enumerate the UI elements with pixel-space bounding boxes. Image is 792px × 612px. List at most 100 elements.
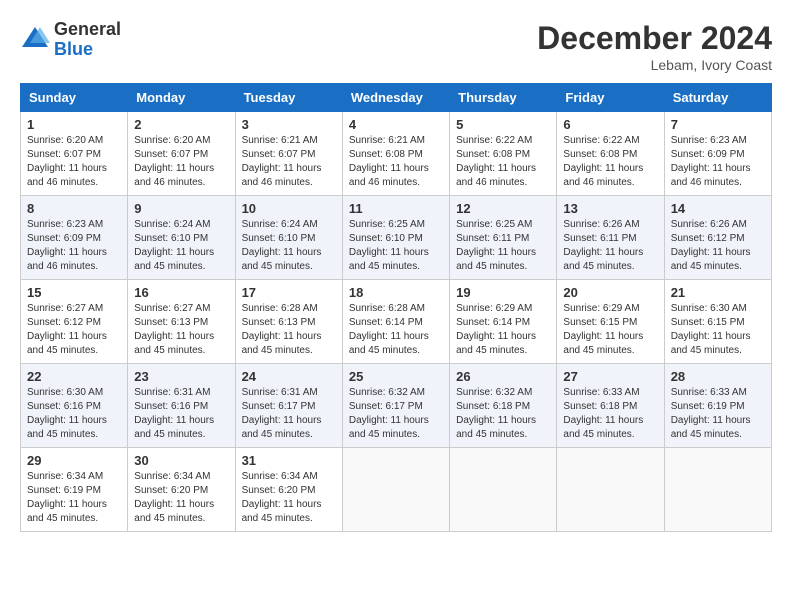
day-info: Sunrise: 6:21 AMSunset: 6:07 PMDaylight:… [242,134,336,190]
day-info: Sunrise: 6:24 AMSunset: 6:10 PMDaylight:… [134,218,228,274]
calendar-cell [664,448,771,532]
weekday-header-tuesday: Tuesday [235,84,342,112]
day-info: Sunrise: 6:28 AMSunset: 6:14 PMDaylight:… [349,302,443,358]
day-number: 27 [563,369,657,384]
day-number: 26 [456,369,550,384]
title-section: December 2024 Lebam, Ivory Coast [537,20,772,73]
weekday-header-wednesday: Wednesday [342,84,449,112]
calendar-cell: 16 Sunrise: 6:27 AMSunset: 6:13 PMDayligh… [128,280,235,364]
day-info: Sunrise: 6:23 AMSunset: 6:09 PMDaylight:… [671,134,765,190]
day-number: 16 [134,285,228,300]
calendar-cell: 30 Sunrise: 6:34 AMSunset: 6:20 PMDayligh… [128,448,235,532]
day-number: 28 [671,369,765,384]
day-info: Sunrise: 6:27 AMSunset: 6:13 PMDaylight:… [134,302,228,358]
calendar-cell [557,448,664,532]
day-number: 12 [456,201,550,216]
day-number: 24 [242,369,336,384]
calendar-cell: 9Sunrise: 6:24 AMSunset: 6:10 PMDaylight… [128,196,235,280]
weekday-header-row: SundayMondayTuesdayWednesdayThursdayFrid… [21,84,772,112]
day-info: Sunrise: 6:27 AMSunset: 6:12 PMDaylight:… [27,302,121,358]
day-number: 29 [27,453,121,468]
day-number: 22 [27,369,121,384]
week-row-5: 29 Sunrise: 6:34 AMSunset: 6:19 PMDayligh… [21,448,772,532]
weekday-header-friday: Friday [557,84,664,112]
calendar-cell: 13Sunrise: 6:26 AMSunset: 6:11 PMDayligh… [557,196,664,280]
day-number: 23 [134,369,228,384]
calendar-cell: 3 Sunrise: 6:21 AMSunset: 6:07 PMDaylight… [235,112,342,196]
calendar-cell [450,448,557,532]
weekday-header-saturday: Saturday [664,84,771,112]
day-number: 17 [242,285,336,300]
calendar-cell: 23 Sunrise: 6:31 AMSunset: 6:16 PMDayligh… [128,364,235,448]
calendar-cell: 8Sunrise: 6:23 AMSunset: 6:09 PMDaylight… [21,196,128,280]
day-number: 3 [242,117,336,132]
calendar-cell: 7 Sunrise: 6:23 AMSunset: 6:09 PMDaylight… [664,112,771,196]
day-number: 2 [134,117,228,132]
day-info: Sunrise: 6:34 AMSunset: 6:20 PMDaylight:… [242,470,336,526]
day-number: 6 [563,117,657,132]
day-info: Sunrise: 6:33 AMSunset: 6:18 PMDaylight:… [563,386,657,442]
calendar-cell: 24Sunrise: 6:31 AMSunset: 6:17 PMDayligh… [235,364,342,448]
calendar-cell: 22 Sunrise: 6:30 AMSunset: 6:16 PMDayligh… [21,364,128,448]
weekday-header-thursday: Thursday [450,84,557,112]
day-number: 7 [671,117,765,132]
day-number: 19 [456,285,550,300]
calendar-cell: 21 Sunrise: 6:30 AMSunset: 6:15 PMDayligh… [664,280,771,364]
calendar-cell: 19 Sunrise: 6:29 AMSunset: 6:14 PMDayligh… [450,280,557,364]
day-number: 31 [242,453,336,468]
day-info: Sunrise: 6:20 AMSunset: 6:07 PMDaylight:… [27,134,121,190]
day-info: Sunrise: 6:21 AMSunset: 6:08 PMDaylight:… [349,134,443,190]
day-number: 25 [349,369,443,384]
day-info: Sunrise: 6:28 AMSunset: 6:13 PMDaylight:… [242,302,336,358]
calendar-cell: 5 Sunrise: 6:22 AMSunset: 6:08 PMDaylight… [450,112,557,196]
logo-blue: Blue [54,40,121,60]
logo: General Blue [20,20,121,60]
calendar-cell: 14 Sunrise: 6:26 AMSunset: 6:12 PMDayligh… [664,196,771,280]
calendar-cell: 1Sunrise: 6:20 AMSunset: 6:07 PMDaylight… [21,112,128,196]
logo-text: General Blue [54,20,121,60]
day-info: Sunrise: 6:22 AMSunset: 6:08 PMDaylight:… [563,134,657,190]
day-info: Sunrise: 6:33 AMSunset: 6:19 PMDaylight:… [671,386,765,442]
day-info: Sunrise: 6:34 AMSunset: 6:20 PMDaylight:… [134,470,228,526]
week-row-3: 15 Sunrise: 6:27 AMSunset: 6:12 PMDayligh… [21,280,772,364]
month-title: December 2024 [537,20,772,57]
calendar-cell: 25Sunrise: 6:32 AMSunset: 6:17 PMDayligh… [342,364,449,448]
calendar-cell: 20Sunrise: 6:29 AMSunset: 6:15 PMDayligh… [557,280,664,364]
day-info: Sunrise: 6:30 AMSunset: 6:15 PMDaylight:… [671,302,765,358]
calendar-cell: 27 Sunrise: 6:33 AMSunset: 6:18 PMDayligh… [557,364,664,448]
day-number: 5 [456,117,550,132]
day-number: 18 [349,285,443,300]
day-number: 30 [134,453,228,468]
day-info: Sunrise: 6:29 AMSunset: 6:15 PMDaylight:… [563,302,657,358]
logo-general: General [54,20,121,40]
day-info: Sunrise: 6:26 AMSunset: 6:11 PMDaylight:… [563,218,657,274]
week-row-4: 22 Sunrise: 6:30 AMSunset: 6:16 PMDayligh… [21,364,772,448]
day-info: Sunrise: 6:29 AMSunset: 6:14 PMDaylight:… [456,302,550,358]
calendar-cell: 31 Sunrise: 6:34 AMSunset: 6:20 PMDayligh… [235,448,342,532]
day-number: 14 [671,201,765,216]
day-info: Sunrise: 6:26 AMSunset: 6:12 PMDaylight:… [671,218,765,274]
calendar-cell: 15 Sunrise: 6:27 AMSunset: 6:12 PMDayligh… [21,280,128,364]
logo-icon [20,25,50,55]
calendar-cell: 10Sunrise: 6:24 AMSunset: 6:10 PMDayligh… [235,196,342,280]
day-info: Sunrise: 6:25 AMSunset: 6:10 PMDaylight:… [349,218,443,274]
calendar-cell: 6 Sunrise: 6:22 AMSunset: 6:08 PMDaylight… [557,112,664,196]
location: Lebam, Ivory Coast [537,57,772,73]
day-number: 21 [671,285,765,300]
calendar-cell: 2 Sunrise: 6:20 AMSunset: 6:07 PMDaylight… [128,112,235,196]
weekday-header-sunday: Sunday [21,84,128,112]
day-info: Sunrise: 6:22 AMSunset: 6:08 PMDaylight:… [456,134,550,190]
day-number: 15 [27,285,121,300]
day-info: Sunrise: 6:30 AMSunset: 6:16 PMDaylight:… [27,386,121,442]
day-number: 11 [349,201,443,216]
week-row-1: 1Sunrise: 6:20 AMSunset: 6:07 PMDaylight… [21,112,772,196]
calendar-cell: 28 Sunrise: 6:33 AMSunset: 6:19 PMDayligh… [664,364,771,448]
calendar-cell: 4 Sunrise: 6:21 AMSunset: 6:08 PMDaylight… [342,112,449,196]
calendar-table: SundayMondayTuesdayWednesdayThursdayFrid… [20,83,772,532]
day-info: Sunrise: 6:34 AMSunset: 6:19 PMDaylight:… [27,470,121,526]
page-header: General Blue December 2024 Lebam, Ivory … [20,20,772,73]
day-info: Sunrise: 6:20 AMSunset: 6:07 PMDaylight:… [134,134,228,190]
week-row-2: 8Sunrise: 6:23 AMSunset: 6:09 PMDaylight… [21,196,772,280]
day-number: 4 [349,117,443,132]
day-info: Sunrise: 6:31 AMSunset: 6:16 PMDaylight:… [134,386,228,442]
